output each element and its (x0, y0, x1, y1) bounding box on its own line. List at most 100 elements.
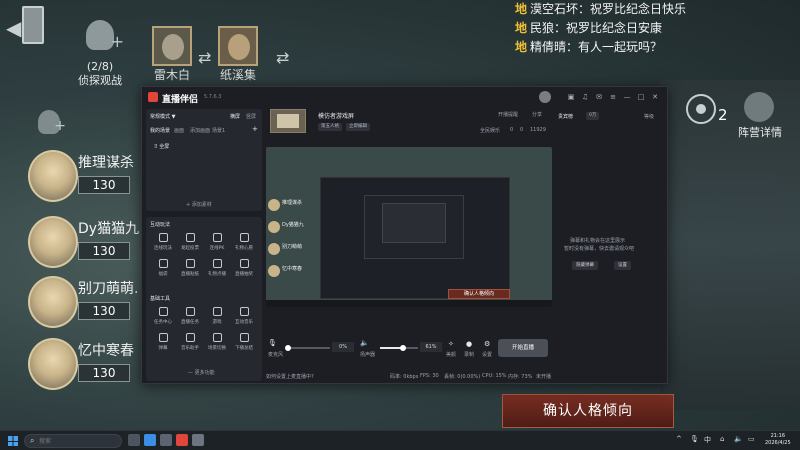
player-name: 忆中寒春 (78, 343, 134, 359)
volume-icon[interactable]: 🔈 (734, 435, 743, 443)
tool-vote[interactable]: 发起投票 (179, 233, 201, 251)
scene-item-fullscreen[interactable]: ⠿ 全屏 (154, 143, 169, 150)
streaming-app-icon[interactable] (176, 434, 188, 446)
scene-tab-add[interactable]: 添加画面 (190, 127, 210, 134)
character-card-1[interactable] (152, 26, 192, 66)
rank-value: 0万 (586, 112, 600, 120)
danmaku-settings-button[interactable]: 设置 (614, 261, 631, 270)
scene-tab-1[interactable]: 场景1 (212, 127, 225, 134)
stream-preview[interactable]: 推理谋杀 Dy猫猫九 别刀萌萌 忆中寒春 确认人格倾向 (266, 147, 552, 307)
tool-music[interactable]: 互动音乐 (233, 307, 255, 325)
ime-indicator[interactable]: 中 (704, 435, 711, 445)
tool-lottery[interactable]: 直播抽奖 (233, 259, 255, 277)
speaker-slider[interactable] (380, 345, 418, 351)
status-help[interactable]: 如何设置上麦直播中? (266, 373, 314, 380)
gift-icon[interactable]: ▣ (567, 93, 575, 101)
tool-music-assist[interactable]: 音乐助手 (179, 333, 201, 351)
tool-task-center[interactable]: 任务中心 (152, 307, 174, 325)
tab-vip-rank[interactable]: 贵宾榜 (558, 113, 573, 120)
basic-tools-title: 基础工具 (150, 296, 171, 302)
taskbar-clock[interactable]: 21:16 2026/4/25 (765, 433, 791, 447)
go-live-button[interactable]: 开始直播 (498, 339, 548, 357)
player-avatar-icon (744, 92, 774, 122)
tool-link[interactable]: 连线玩法 (152, 233, 174, 251)
close-icon[interactable]: ✕ (651, 93, 659, 101)
minimize-icon[interactable]: — (623, 93, 631, 101)
speaker-icon[interactable]: 🔈 (360, 339, 369, 347)
share-button[interactable]: 分享 (532, 111, 542, 118)
scene-tab-frame[interactable]: 画面 (174, 127, 184, 134)
tool-sticker[interactable]: 直播贴纸 (179, 259, 201, 277)
tab-landscape[interactable]: 横屏 (230, 113, 240, 120)
player-name: 别刀萌萌. (78, 281, 139, 297)
more-functions-button[interactable]: — 更多功能 (188, 369, 215, 376)
maximize-icon[interactable]: □ (637, 93, 645, 101)
edit-tag[interactable]: 立即编辑 (346, 123, 370, 131)
stream-title[interactable]: 模仿者游戏屏 (318, 111, 354, 120)
team-row-4[interactable]: 忆中寒春 130 (22, 338, 140, 392)
tool-danmaku[interactable]: 弹幕 (152, 333, 174, 351)
camp-label: 阵营详情 (738, 126, 782, 139)
beauty-button[interactable]: 美颜 (446, 351, 456, 358)
beauty-icon: ✧ (448, 340, 454, 348)
status-memory: 内存: 73% (508, 374, 533, 380)
category-tag[interactable]: 第五人格 (318, 123, 342, 131)
preview-taskbar (266, 300, 552, 307)
game-app-icon[interactable] (192, 434, 204, 446)
add-scene-icon[interactable]: + (252, 125, 258, 133)
taskbar-search[interactable]: ⌕ (24, 434, 122, 448)
headset-icon[interactable]: ♫ (581, 93, 589, 101)
spectate-button[interactable]: (2/8) 侦探观战 (70, 20, 130, 88)
chat-line: 地漠空石坏：祝罗比纪念日快乐 (515, 2, 687, 16)
record-button[interactable]: 录制 (464, 351, 474, 358)
user-avatar[interactable] (539, 91, 551, 103)
open-notice-button[interactable]: 开播提醒 (498, 111, 518, 118)
tool-scene-switch[interactable]: 场景切换 (206, 333, 228, 351)
mail-icon[interactable]: ✉ (595, 93, 603, 101)
tab-level[interactable]: 等级 (644, 113, 654, 120)
task-view-icon[interactable] (128, 434, 140, 446)
app-title: 直播伴侣 (162, 95, 199, 105)
settings-button[interactable]: 设置 (482, 351, 492, 358)
mic-icon[interactable]: 🎙 (268, 339, 277, 347)
tray-expand-icon[interactable]: ^ (676, 435, 682, 443)
tool-gift-request[interactable]: 礼物点播 (206, 259, 228, 277)
team-row-2[interactable]: Dy猫猫九 130 (22, 216, 140, 270)
scene-box: 常规模式 ▼ 横屏 竖屏 我的场景 画面 添加画面 场景1 + ⠿ 全屏 + 添… (146, 109, 262, 211)
menu-icon[interactable]: ≡ (609, 93, 617, 101)
search-input[interactable] (39, 436, 119, 446)
stream-cover-thumbnail[interactable] (270, 109, 306, 133)
scene-tab-mine[interactable]: 我的场景 (150, 127, 170, 134)
app-icon-1[interactable] (144, 434, 156, 446)
tool-summary[interactable]: 下播总结 (233, 333, 255, 351)
tab-portrait[interactable]: 竖屏 (246, 113, 256, 120)
hide-danmaku-button[interactable]: 隐藏弹幕 (572, 261, 598, 270)
confirm-persona-button[interactable]: 确认人格倾向 (502, 394, 674, 428)
tool-live-task[interactable]: 直播任务 (179, 307, 201, 325)
team-row-3[interactable]: 别刀萌萌. 130 (22, 276, 140, 330)
add-teammate-button[interactable]: + (38, 110, 66, 140)
player-avatar (28, 276, 78, 328)
preview-row: 推理谋杀 (268, 199, 312, 211)
record-icon: ● (466, 340, 473, 348)
windows-start-icon[interactable] (8, 436, 18, 446)
mic-tray-icon[interactable]: 🎙 (690, 435, 699, 443)
add-material-button[interactable]: + 添加素材 (186, 201, 212, 208)
tool-wish[interactable]: 礼物心愿 (233, 233, 255, 251)
battery-icon[interactable]: ▭ (748, 435, 755, 443)
app-icon-2[interactable] (160, 434, 172, 446)
tool-pk[interactable]: 连线PK (206, 233, 228, 251)
team-row-1[interactable]: 推理谋杀 130 (22, 150, 140, 204)
time: 21:16 (770, 433, 786, 439)
mic-slider[interactable] (285, 345, 330, 351)
tool-game[interactable]: 游戏 (206, 307, 228, 325)
network-icon[interactable]: ⌂ (720, 435, 724, 443)
mode-select[interactable]: 常规模式 ▼ (150, 113, 175, 120)
swap-icon[interactable]: ⇄ (198, 48, 211, 67)
exit-button[interactable]: ◀ (6, 4, 46, 46)
eye-icon (686, 94, 716, 124)
character-card-2[interactable] (218, 26, 258, 66)
swap-icon-2[interactable]: ⇄ (276, 48, 289, 67)
tool-lucky-bag[interactable]: 福袋 (152, 259, 174, 277)
preview-confirm-label: 确认人格倾向 (448, 289, 510, 299)
